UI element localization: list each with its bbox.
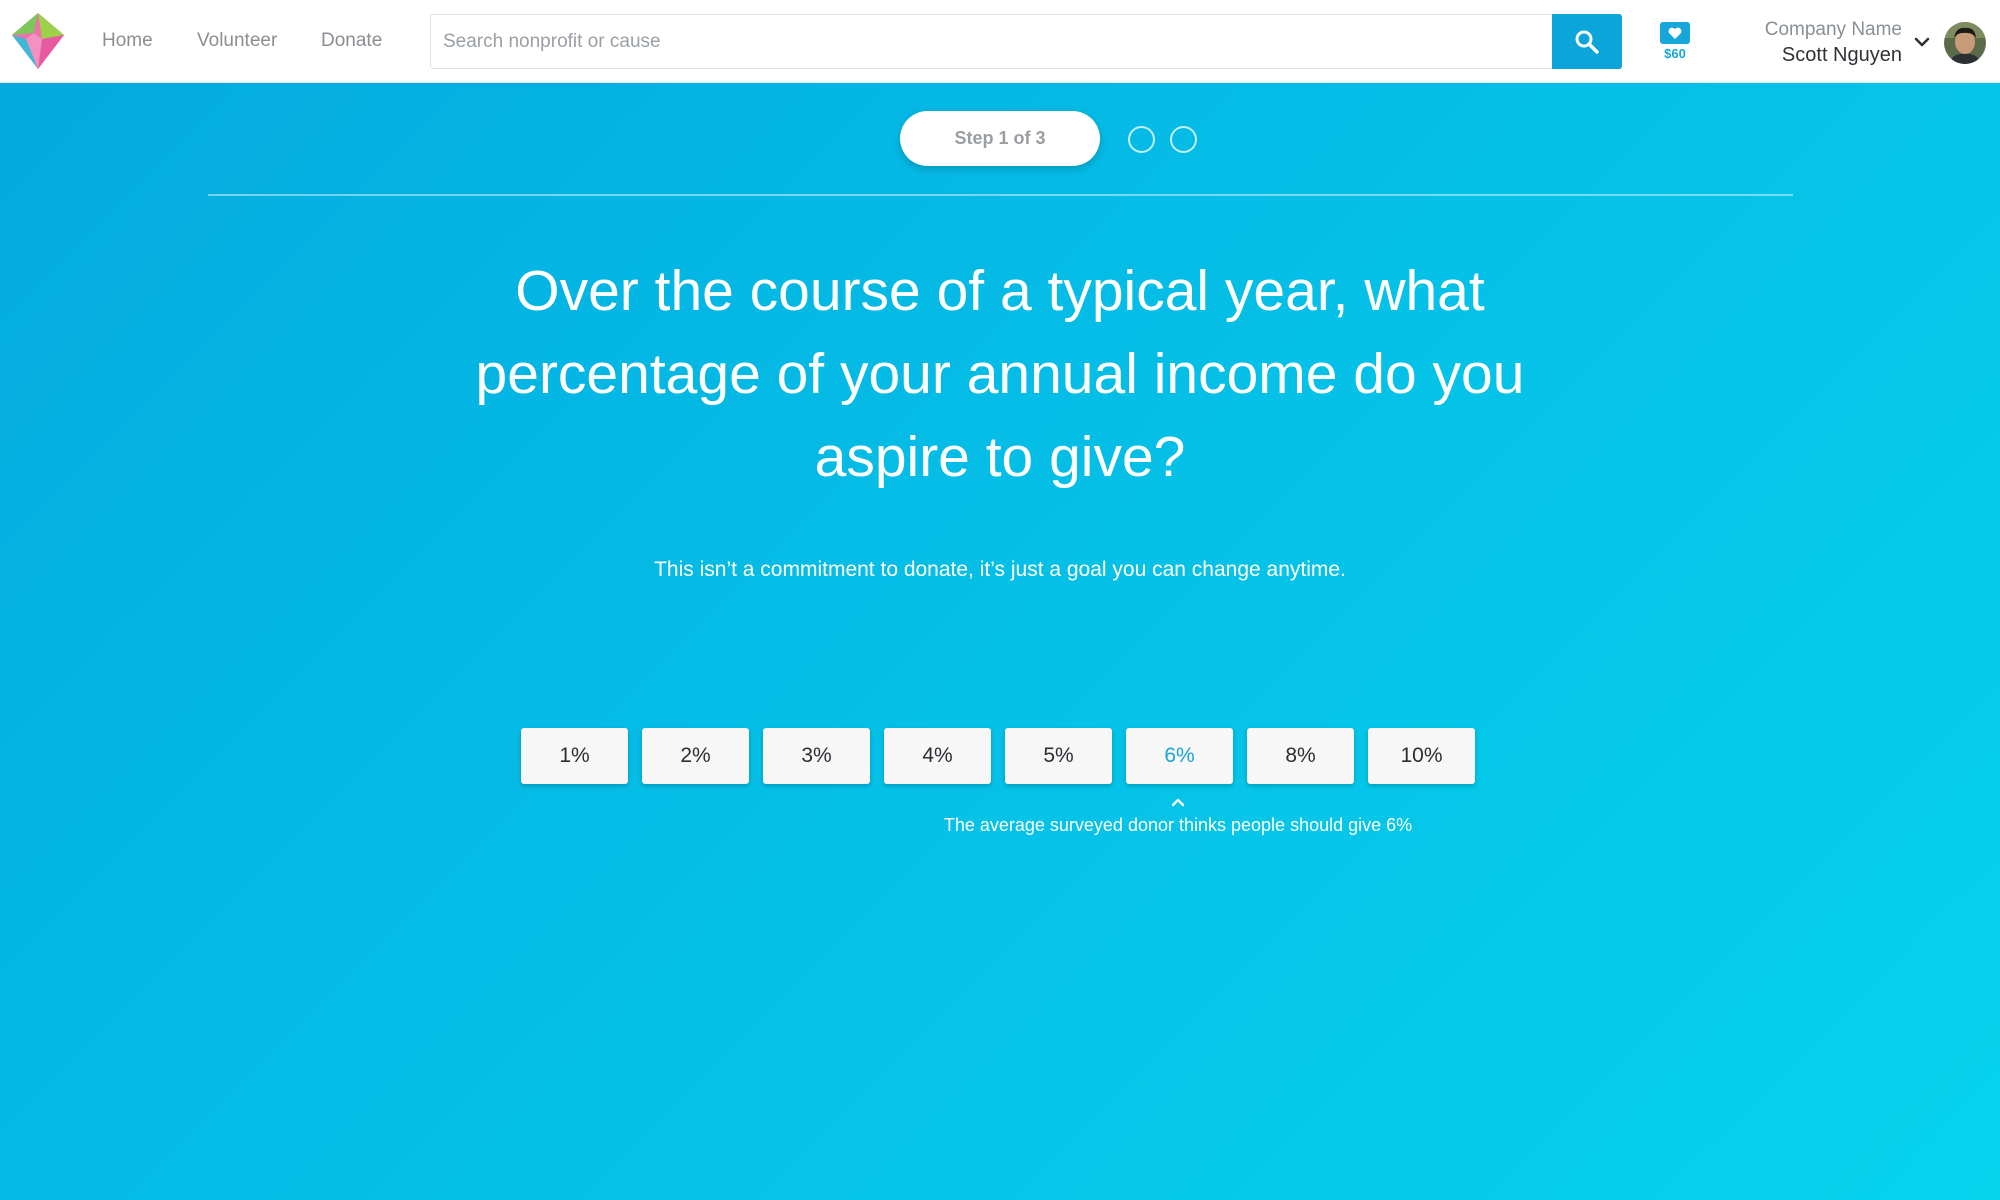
option-2-percent-button[interactable]: 2% xyxy=(642,728,749,784)
search-input[interactable] xyxy=(431,15,1553,68)
step-dot-2 xyxy=(1128,126,1155,153)
average-donor-note: The average surveyed donor thinks people… xyxy=(943,815,1413,835)
user-name: Scott Nguyen xyxy=(1781,44,1902,66)
avatar[interactable] xyxy=(1944,22,1986,64)
giving-wallet-button[interactable]: $60 xyxy=(1657,20,1693,64)
option-3-percent-button[interactable]: 3% xyxy=(763,728,870,784)
option-10-percent-button[interactable]: 10% xyxy=(1368,728,1475,784)
nav-donate-link[interactable]: Donate xyxy=(321,30,382,52)
question-heading: Over the course of a typical year, what … xyxy=(475,259,1525,489)
page: Home Volunteer Donate $60 Company Name S… xyxy=(0,0,2000,1200)
option-4-percent-button[interactable]: 4% xyxy=(884,728,991,784)
option-8-percent-button[interactable]: 8% xyxy=(1247,728,1354,784)
step-indicator: Step 1 of 3 xyxy=(900,111,1100,166)
option-6-percent-button[interactable]: 6% xyxy=(1126,728,1233,784)
chevron-down-icon[interactable] xyxy=(1912,34,1932,50)
diamond-logo-icon[interactable] xyxy=(12,13,64,69)
company-name: Company Name xyxy=(1764,19,1902,40)
search-bar xyxy=(430,14,1622,69)
step-dot-3 xyxy=(1170,126,1197,153)
top-navigation-bar: Home Volunteer Donate $60 Company Name S… xyxy=(0,0,2000,83)
divider xyxy=(208,194,1793,196)
nav-volunteer-link[interactable]: Volunteer xyxy=(197,30,277,52)
option-5-percent-button[interactable]: 5% xyxy=(1005,728,1112,784)
search-icon xyxy=(1575,30,1599,54)
wallet-balance: $60 xyxy=(1664,46,1686,61)
heart-wallet-icon xyxy=(1660,22,1690,44)
question-subtitle: This isn’t a commitment to donate, it’s … xyxy=(654,558,1346,581)
option-1-percent-button[interactable]: 1% xyxy=(521,728,628,784)
caret-up-icon xyxy=(1171,798,1185,807)
percentage-options: 1% 2% 3% 4% 5% 6% 8% 10% xyxy=(521,728,1481,784)
account-menu[interactable]: Company Name Scott Nguyen xyxy=(1765,18,1902,68)
search-button[interactable] xyxy=(1552,14,1622,69)
nav-home-link[interactable]: Home xyxy=(102,30,153,52)
